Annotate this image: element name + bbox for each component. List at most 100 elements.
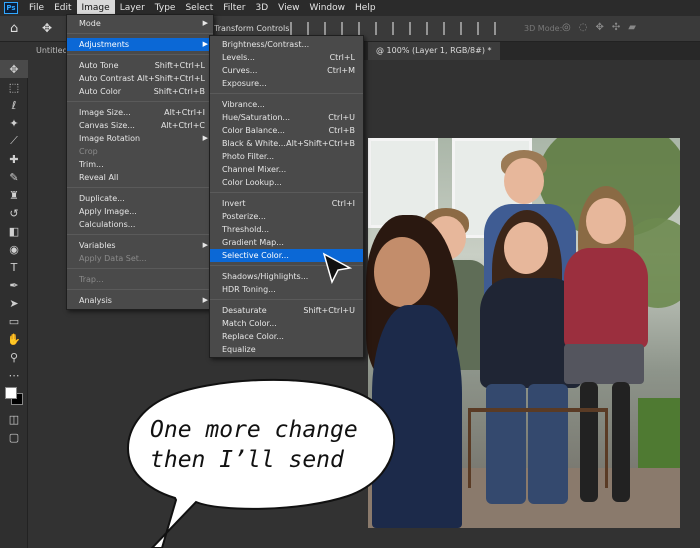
history-brush-tool-icon[interactable]: ↺: [0, 204, 28, 222]
menu-item-canvas-size[interactable]: Canvas Size... Alt+Ctrl+C: [67, 119, 213, 132]
3d-mode-label: 3D Mode:: [524, 24, 563, 33]
menu-file[interactable]: File: [24, 0, 49, 16]
transform-controls-label[interactable]: Transform Controls: [214, 24, 289, 33]
screen-mode-icon[interactable]: ▢: [0, 428, 28, 446]
menu-help[interactable]: Help: [350, 0, 381, 16]
color-swatches[interactable]: [0, 384, 28, 410]
type-tool-icon[interactable]: T: [0, 258, 28, 276]
menu-item-posterize[interactable]: Posterize...: [210, 210, 363, 223]
eyedropper-tool-icon[interactable]: ⟋: [0, 132, 28, 150]
camera-3d-icon[interactable]: ▰: [628, 22, 636, 33]
speech-line-1: One more change: [150, 417, 358, 443]
menu-item-channel-mixer[interactable]: Channel Mixer...: [210, 163, 363, 176]
clone-stamp-tool-icon[interactable]: ♜: [0, 186, 28, 204]
menu-item-image-rotation[interactable]: Image Rotation ▶: [67, 132, 213, 145]
menu-item-color-lookup[interactable]: Color Lookup...: [210, 176, 363, 189]
roll-3d-icon[interactable]: ◌: [579, 22, 588, 33]
menu-view[interactable]: View: [273, 0, 304, 16]
wooden-chair: [468, 408, 608, 488]
menu-item-duplicate[interactable]: Duplicate...: [67, 192, 213, 205]
zoom-tool-icon[interactable]: ⚲: [0, 348, 28, 366]
menu-item-apply-image[interactable]: Apply Image...: [67, 205, 213, 218]
menu-item-auto-tone[interactable]: Auto Tone Shift+Ctrl+L: [67, 59, 213, 72]
menu-item-invert[interactable]: Invert Ctrl+I: [210, 197, 363, 210]
align-center-icon[interactable]: [307, 22, 321, 35]
menu-item-analysis[interactable]: Analysis ▶: [67, 294, 213, 307]
menu-item-desaturate[interactable]: Desaturate Shift+Ctrl+U: [210, 304, 363, 317]
menu-item-equalize[interactable]: Equalize: [210, 343, 363, 356]
menu-item-gradient-map[interactable]: Gradient Map...: [210, 236, 363, 249]
menu-item-mode[interactable]: Mode ▶: [67, 17, 213, 30]
align-top-icon[interactable]: [341, 22, 355, 35]
menu-item-reveal-all[interactable]: Reveal All: [67, 171, 213, 184]
lasso-tool-icon[interactable]: ℓ: [0, 96, 28, 114]
menu-item-vibrance[interactable]: Vibrance...: [210, 98, 363, 111]
menu-item-hdr-toning[interactable]: HDR Toning...: [210, 283, 363, 296]
menu-item-apply-data-set: Apply Data Set...: [79, 254, 147, 263]
move-tool-icon[interactable]: ✥: [0, 60, 28, 78]
menu-item-levels[interactable]: Levels... Ctrl+L: [210, 51, 363, 64]
tools-panel: ✥ ⬚ ℓ ✦ ⟋ ✚ ✎ ♜ ↺ ◧ ◉ T ✒ ➤ ▭ ✋ ⚲ ⋯ ◫ ▢: [0, 60, 28, 548]
menu-item-photo-filter[interactable]: Photo Filter...: [210, 150, 363, 163]
menu-item-curves[interactable]: Curves... Ctrl+M: [210, 64, 363, 77]
distribute-horizontal-icon[interactable]: [426, 22, 440, 35]
distribute-spacing-icon[interactable]: [443, 22, 457, 35]
menu-3d[interactable]: 3D: [251, 0, 274, 16]
align-buttons: [290, 22, 508, 35]
marquee-tool-icon[interactable]: ⬚: [0, 78, 28, 96]
menu-item-exposure[interactable]: Exposure...: [210, 77, 363, 90]
menu-item-color-balance[interactable]: Color Balance... Ctrl+B: [210, 124, 363, 137]
menu-item-trim[interactable]: Trim...: [67, 158, 213, 171]
more-tools-icon[interactable]: ⋯: [0, 366, 28, 384]
menu-filter[interactable]: Filter: [218, 0, 250, 16]
align-left-icon[interactable]: [290, 22, 304, 35]
hand-tool-icon[interactable]: ✋: [0, 330, 28, 348]
menu-window[interactable]: Window: [305, 0, 351, 16]
menu-item-brightness-contrast[interactable]: Brightness/Contrast...: [210, 38, 363, 51]
tab-active-document[interactable]: @ 100% (Layer 1, RGB/8#) *: [368, 42, 500, 60]
pan-3d-icon[interactable]: ✥: [595, 22, 603, 33]
distribute-icon[interactable]: [392, 22, 406, 35]
home-icon[interactable]: ⌂: [10, 21, 26, 37]
rectangle-tool-icon[interactable]: ▭: [0, 312, 28, 330]
pasted-woman: [366, 215, 466, 528]
more-align-icon[interactable]: [460, 22, 474, 35]
speech-bubble-text: One more change then I’ll send: [150, 415, 390, 475]
menu-item-replace-color[interactable]: Replace Color...: [210, 330, 363, 343]
menu-item-trap: Trap...: [79, 275, 104, 284]
extra-align-icon[interactable]: [477, 22, 491, 35]
extra-distribute-icon[interactable]: [494, 22, 508, 35]
menu-item-threshold[interactable]: Threshold...: [210, 223, 363, 236]
paint-bucket-tool-icon[interactable]: ◉: [0, 240, 28, 258]
eraser-tool-icon[interactable]: ◧: [0, 222, 28, 240]
image-menu-dropdown: Mode ▶ Adjustments ▶ Auto Tone Shift+Ctrl+L…: [66, 14, 214, 310]
path-selection-tool-icon[interactable]: ➤: [0, 294, 28, 312]
menu-item-crop: Crop: [79, 147, 98, 156]
menu-item-black-white[interactable]: Black & White... Alt+Shift+Ctrl+B: [210, 137, 363, 150]
menu-item-calculations[interactable]: Calculations...: [67, 218, 213, 231]
align-right-icon[interactable]: [324, 22, 338, 35]
healing-brush-tool-icon[interactable]: ✚: [0, 150, 28, 168]
quick-mask-icon[interactable]: ◫: [0, 410, 28, 428]
menu-item-image-size[interactable]: Image Size... Alt+Ctrl+I: [67, 106, 213, 119]
menu-item-hue-saturation[interactable]: Hue/Saturation... Ctrl+U: [210, 111, 363, 124]
foreground-color-swatch[interactable]: [5, 387, 17, 399]
slide-3d-icon[interactable]: ✣: [612, 22, 620, 33]
magic-wand-tool-icon[interactable]: ✦: [0, 114, 28, 132]
align-middle-icon[interactable]: [358, 22, 372, 35]
menu-item-auto-color[interactable]: Auto Color Shift+Ctrl+B: [67, 85, 213, 98]
adjustments-submenu: Brightness/Contrast... Levels... Ctrl+L C…: [209, 35, 364, 358]
menu-item-match-color[interactable]: Match Color...: [210, 317, 363, 330]
orbit-3d-icon[interactable]: ◎: [562, 22, 571, 33]
speech-line-2: then I’ll send: [150, 447, 344, 473]
align-bottom-icon[interactable]: [375, 22, 389, 35]
pen-tool-icon[interactable]: ✒: [0, 276, 28, 294]
distribute-vertical-icon[interactable]: [409, 22, 423, 35]
3d-mode-icons: ◎ ◌ ✥ ✣ ▰: [562, 22, 636, 33]
menu-item-variables[interactable]: Variables ▶: [67, 239, 213, 252]
brush-tool-icon[interactable]: ✎: [0, 168, 28, 186]
move-tool-icon[interactable]: ✥: [42, 21, 52, 35]
photoshop-logo-icon: Ps: [4, 2, 18, 14]
menu-item-adjustments[interactable]: Adjustments ▶: [67, 38, 213, 51]
menu-item-auto-contrast[interactable]: Auto Contrast Alt+Shift+Ctrl+L: [67, 72, 213, 85]
